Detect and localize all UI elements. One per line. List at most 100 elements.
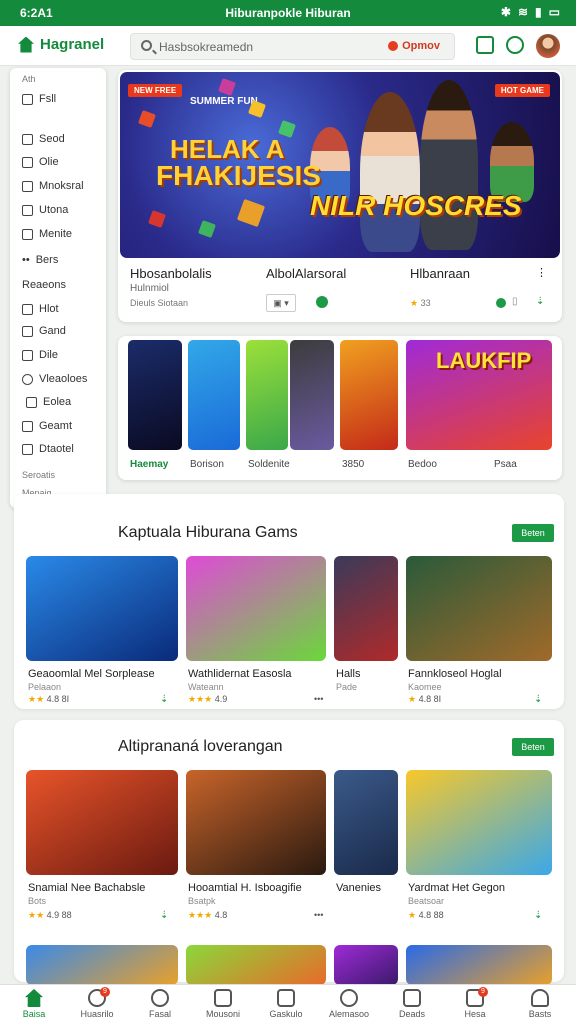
game-rating-value: 4.9: [214, 694, 228, 704]
game-card[interactable]: [26, 556, 178, 661]
category-label[interactable]: Borison: [190, 459, 224, 470]
sidebar-item[interactable]: Olie: [22, 156, 59, 168]
category-tile[interactable]: [128, 340, 182, 450]
save-icon[interactable]: ▯: [512, 296, 518, 307]
more-icon[interactable]: ⋮: [536, 266, 547, 279]
search-input[interactable]: Hasbsokreamedn Opmov: [130, 33, 455, 60]
list-icon: [22, 180, 33, 192]
nav-home[interactable]: Baisa: [2, 989, 66, 1019]
more-icon[interactable]: •••: [314, 694, 323, 704]
sidebar-item[interactable]: Geamt: [22, 420, 72, 432]
category-label[interactable]: 3850: [342, 459, 364, 470]
tablet-icon[interactable]: [476, 36, 494, 54]
game-card[interactable]: [334, 770, 398, 875]
sidebar-item[interactable]: •• Bers: [22, 254, 58, 266]
featured-meta-foot: Dieuls Siotaan: [130, 298, 189, 308]
download-icon[interactable]: ⇣: [160, 694, 168, 705]
game-card[interactable]: [406, 945, 552, 985]
game-title[interactable]: Vanenies: [336, 882, 381, 894]
featured-card[interactable]: NEW FREE HOT GAME SUMMER FUN HELAK A FHA…: [118, 70, 562, 322]
featured-meta-title[interactable]: Hbosanbolalis: [130, 266, 212, 281]
featured-meta-title[interactable]: Hlbanraan: [410, 266, 470, 281]
game-sub: Bots: [28, 896, 47, 906]
nav-camera[interactable]: Mousoni: [191, 989, 255, 1019]
sidebar-item[interactable]: Dtaotel: [22, 443, 74, 455]
featured-rating-value: 33: [420, 298, 431, 308]
nav-messages[interactable]: 9 Hesa: [443, 987, 507, 1019]
sidebar-item[interactable]: Dile: [22, 349, 58, 361]
nav-people[interactable]: Fasal: [128, 989, 192, 1019]
search-chip[interactable]: Opmov: [388, 40, 440, 52]
game-card[interactable]: [26, 770, 178, 875]
tag-hot: HOT GAME: [494, 84, 550, 97]
sidebar-item[interactable]: Mnoksral: [22, 180, 84, 192]
download-icon[interactable]: ⇣: [536, 296, 544, 307]
sidebar-item[interactable]: Menite: [22, 228, 72, 240]
nav-games[interactable]: 9 Huasrilo: [65, 987, 129, 1019]
cube-decoration: [218, 78, 236, 96]
sidebar-item[interactable]: Hlot: [22, 303, 59, 315]
category-tile[interactable]: [188, 340, 240, 450]
category-tile[interactable]: LAUKFIP: [406, 340, 552, 450]
sidebar-item[interactable]: Gand: [22, 325, 66, 337]
game-card[interactable]: [186, 945, 326, 985]
sidebar-item[interactable]: Fsll: [22, 93, 56, 105]
calendar-icon: [403, 989, 421, 1007]
nav-profile[interactable]: Basts: [508, 989, 572, 1019]
category-tile[interactable]: [290, 340, 334, 450]
category-tile[interactable]: [340, 340, 398, 450]
category-tile[interactable]: [246, 340, 288, 450]
featured-meta-title[interactable]: AlbolAlarsoral: [266, 266, 346, 281]
game-title[interactable]: Halls: [336, 668, 360, 680]
section-title: Altiprananá loverangan: [118, 738, 283, 755]
game-title[interactable]: Geaoomlal Mel Sorplease: [28, 668, 155, 680]
see-all-button[interactable]: Beten: [512, 524, 554, 542]
more-icon[interactable]: •••: [314, 910, 323, 920]
app-logo[interactable]: Hagranel: [18, 36, 104, 53]
game-card[interactable]: [334, 945, 398, 985]
nav-store[interactable]: Gaskulo: [254, 989, 318, 1019]
avatar[interactable]: [536, 34, 560, 58]
see-all-button[interactable]: Beten: [512, 738, 554, 756]
sidebar-item[interactable]: Utona: [22, 204, 68, 216]
category-label[interactable]: Psaa: [494, 459, 517, 470]
nav-label: Gaskulo: [269, 1009, 303, 1019]
signal-icon: ▮: [535, 5, 542, 19]
nav-label: Hesa: [464, 1009, 486, 1019]
star-icon: ★: [408, 694, 417, 704]
sidebar-footer[interactable]: Seroatis: [22, 470, 55, 480]
nav-calendar[interactable]: Deads: [380, 989, 444, 1019]
game-title[interactable]: Yardmat Het Gegon: [408, 882, 505, 894]
game-card[interactable]: [406, 770, 552, 875]
game-card[interactable]: [186, 556, 326, 661]
home-icon: [25, 989, 43, 1007]
game-card[interactable]: [334, 556, 398, 661]
featured-banner[interactable]: NEW FREE HOT GAME SUMMER FUN HELAK A FHA…: [120, 72, 560, 258]
nav-label: Basts: [528, 1009, 552, 1019]
category-label[interactable]: Bedoo: [408, 459, 437, 470]
nav-label: Mousoni: [205, 1009, 241, 1019]
section-title: Kaptuala Hiburana Gams: [118, 524, 298, 541]
sidebar-item[interactable]: Vleaoloes: [22, 373, 87, 385]
copy-icon[interactable]: ▣ ▾: [266, 294, 296, 312]
game-title[interactable]: Snamial Nee Bachabsle: [28, 882, 145, 894]
nav-search[interactable]: Alemasoo: [317, 989, 381, 1019]
status-center-text: Hiburanpokle Hiburan: [225, 6, 351, 20]
game-card[interactable]: [406, 556, 552, 661]
sidebar-item[interactable]: Eolea: [26, 396, 71, 408]
category-label[interactable]: Soldenite: [248, 459, 290, 470]
category-label[interactable]: Haemay: [130, 459, 168, 470]
refresh-icon[interactable]: [506, 36, 524, 54]
sidebar-item[interactable]: Seod: [22, 133, 65, 145]
game-rating-value: 4.8 8I: [418, 694, 442, 704]
gift-icon: [22, 420, 33, 432]
download-icon[interactable]: ⇣: [534, 910, 542, 921]
sidebar-item-label: Utona: [39, 204, 69, 216]
game-title[interactable]: Wathlidernat Easosla: [188, 668, 292, 680]
download-icon[interactable]: ⇣: [160, 910, 168, 921]
game-card[interactable]: [186, 770, 326, 875]
game-title[interactable]: Hooamtial H. Isboagifie: [188, 882, 302, 894]
download-icon[interactable]: ⇣: [534, 694, 542, 705]
game-title[interactable]: Fannkloseol Hoglal: [408, 668, 502, 680]
game-card[interactable]: [26, 945, 178, 985]
